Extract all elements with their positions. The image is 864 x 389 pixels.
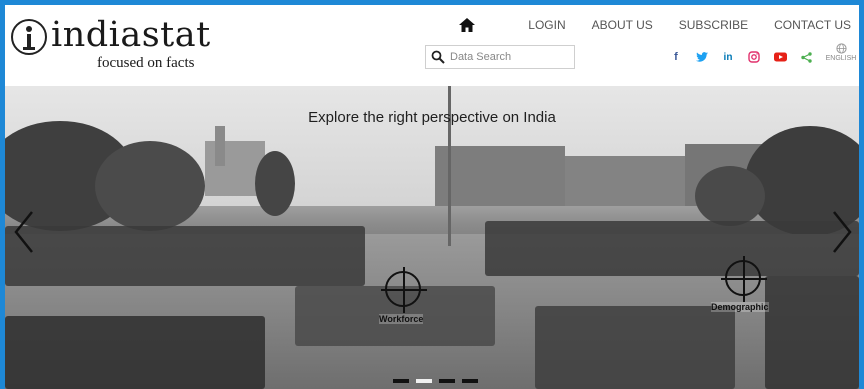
tree (255, 151, 295, 216)
demographic-target-icon[interactable] (721, 256, 767, 302)
top-navigation: LOGIN ABOUT US SUBSCRIBE CONTACT US (458, 15, 851, 35)
info-i-icon (11, 19, 47, 55)
hero-slider: Explore the right perspective on India W… (5, 86, 859, 389)
hero-title: Explore the right perspective on India (308, 109, 556, 126)
youtube-icon[interactable] (773, 50, 787, 64)
nav-login[interactable]: LOGIN (528, 18, 565, 32)
language-switcher[interactable]: ENGLISH (823, 43, 859, 62)
nav-contact-us[interactable]: CONTACT US (774, 18, 851, 32)
crowd (765, 276, 859, 389)
search-icon[interactable] (426, 46, 450, 68)
globe-icon (835, 43, 847, 54)
facebook-icon[interactable]: f (669, 50, 683, 64)
crowd (535, 306, 735, 389)
crowd (5, 226, 365, 286)
crowd (5, 316, 265, 389)
slider-dot-active[interactable] (416, 379, 432, 383)
minaret (215, 126, 225, 166)
site-header: indiastat focused on facts LOGIN ABOUT U… (5, 5, 859, 85)
search-box (425, 45, 575, 69)
slider-prev-arrow-icon[interactable] (13, 210, 35, 254)
hotspot-label-workforce[interactable]: Workforce (379, 314, 424, 324)
twitter-icon[interactable] (695, 50, 709, 64)
logo[interactable]: indiastat focused on facts (9, 11, 219, 71)
workforce-target-icon[interactable] (381, 267, 427, 313)
crowd (485, 221, 859, 276)
building (565, 156, 685, 206)
share-icon[interactable] (799, 50, 813, 64)
social-links: f in (669, 50, 825, 64)
tree (695, 166, 765, 226)
hotspot-label-demographic[interactable]: Demographic (711, 302, 769, 312)
slider-next-arrow-icon[interactable] (831, 210, 853, 254)
nav-about-us[interactable]: ABOUT US (592, 18, 653, 32)
search-input[interactable] (450, 47, 570, 67)
slider-dot[interactable] (393, 379, 409, 383)
slider-dot[interactable] (439, 379, 455, 383)
home-icon[interactable] (458, 17, 476, 33)
instagram-icon[interactable] (747, 50, 761, 64)
language-label: ENGLISH (825, 55, 857, 62)
slider-dot[interactable] (462, 379, 478, 383)
tree (95, 141, 205, 231)
linkedin-icon[interactable]: in (721, 50, 735, 64)
logo-wordmark: indiastat (51, 15, 211, 55)
logo-tagline: focused on facts (97, 55, 195, 71)
slider-pagination (393, 379, 485, 383)
nav-subscribe[interactable]: SUBSCRIBE (679, 18, 748, 32)
building (435, 146, 565, 206)
